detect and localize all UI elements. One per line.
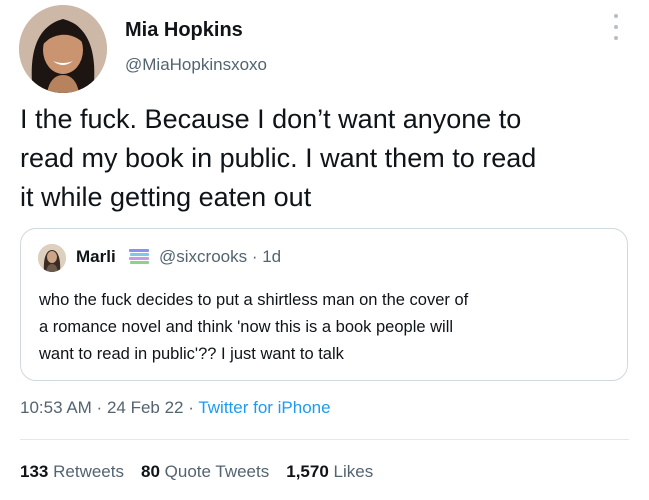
tweet-date[interactable]: 24 Feb 22 [107, 398, 184, 417]
separator-dot: · [247, 247, 263, 266]
engagement-stats: 133 Retweets 80 Quote Tweets 1,570 Likes [20, 462, 390, 482]
quoted-meta: @sixcrooks · 1d [159, 247, 281, 267]
quoted-tweet-age: 1d [262, 247, 282, 266]
author-avatar-image [19, 5, 107, 93]
tweet-source-link[interactable]: Twitter for iPhone [198, 398, 330, 417]
quoted-tweet[interactable]: Marli @sixcrooks · 1d who the fuck decid… [20, 228, 628, 381]
quoted-author-avatar [38, 244, 66, 272]
quote-tweets-stat[interactable]: 80 Quote Tweets [141, 462, 269, 482]
author-name[interactable]: Mia Hopkins [125, 19, 243, 42]
tweet-card: Mia Hopkins @MiaHopkinsxoxo I the fuck. … [0, 0, 649, 500]
separator-dot: · [91, 398, 107, 417]
book-stack-icon [129, 249, 149, 264]
separator-dot: · [183, 398, 199, 417]
quote-tweets-count: 80 [140, 462, 160, 481]
retweets-stat[interactable]: 133 Retweets [20, 462, 124, 482]
retweets-count: 133 [20, 462, 49, 481]
likes-label: Likes [333, 462, 374, 481]
author-avatar[interactable] [19, 5, 107, 93]
more-dot [614, 36, 618, 40]
quoted-author-name: Marli [76, 247, 116, 266]
tweet-time[interactable]: 10:53 AM [20, 398, 92, 417]
more-dot [614, 14, 618, 18]
quoted-avatar-image [38, 244, 66, 272]
quote-tweets-label: Quote Tweets [164, 462, 270, 481]
divider [20, 439, 629, 440]
quoted-tweet-text: who the fuck decides to put a shirtless … [39, 291, 469, 363]
likes-count: 1,570 [286, 462, 329, 481]
likes-stat[interactable]: 1,570 Likes [286, 462, 373, 482]
quoted-author-handle: @sixcrooks [159, 247, 248, 266]
more-options-icon[interactable] [608, 14, 624, 40]
tweet-text: I the fuck. Because I don’t want anyone … [20, 104, 537, 212]
more-dot [614, 25, 618, 29]
tweet-meta: 10:53 AM · 24 Feb 22 · Twitter for iPhon… [20, 398, 331, 418]
retweets-label: Retweets [53, 462, 124, 481]
author-handle[interactable]: @MiaHopkinsxoxo [125, 55, 267, 75]
